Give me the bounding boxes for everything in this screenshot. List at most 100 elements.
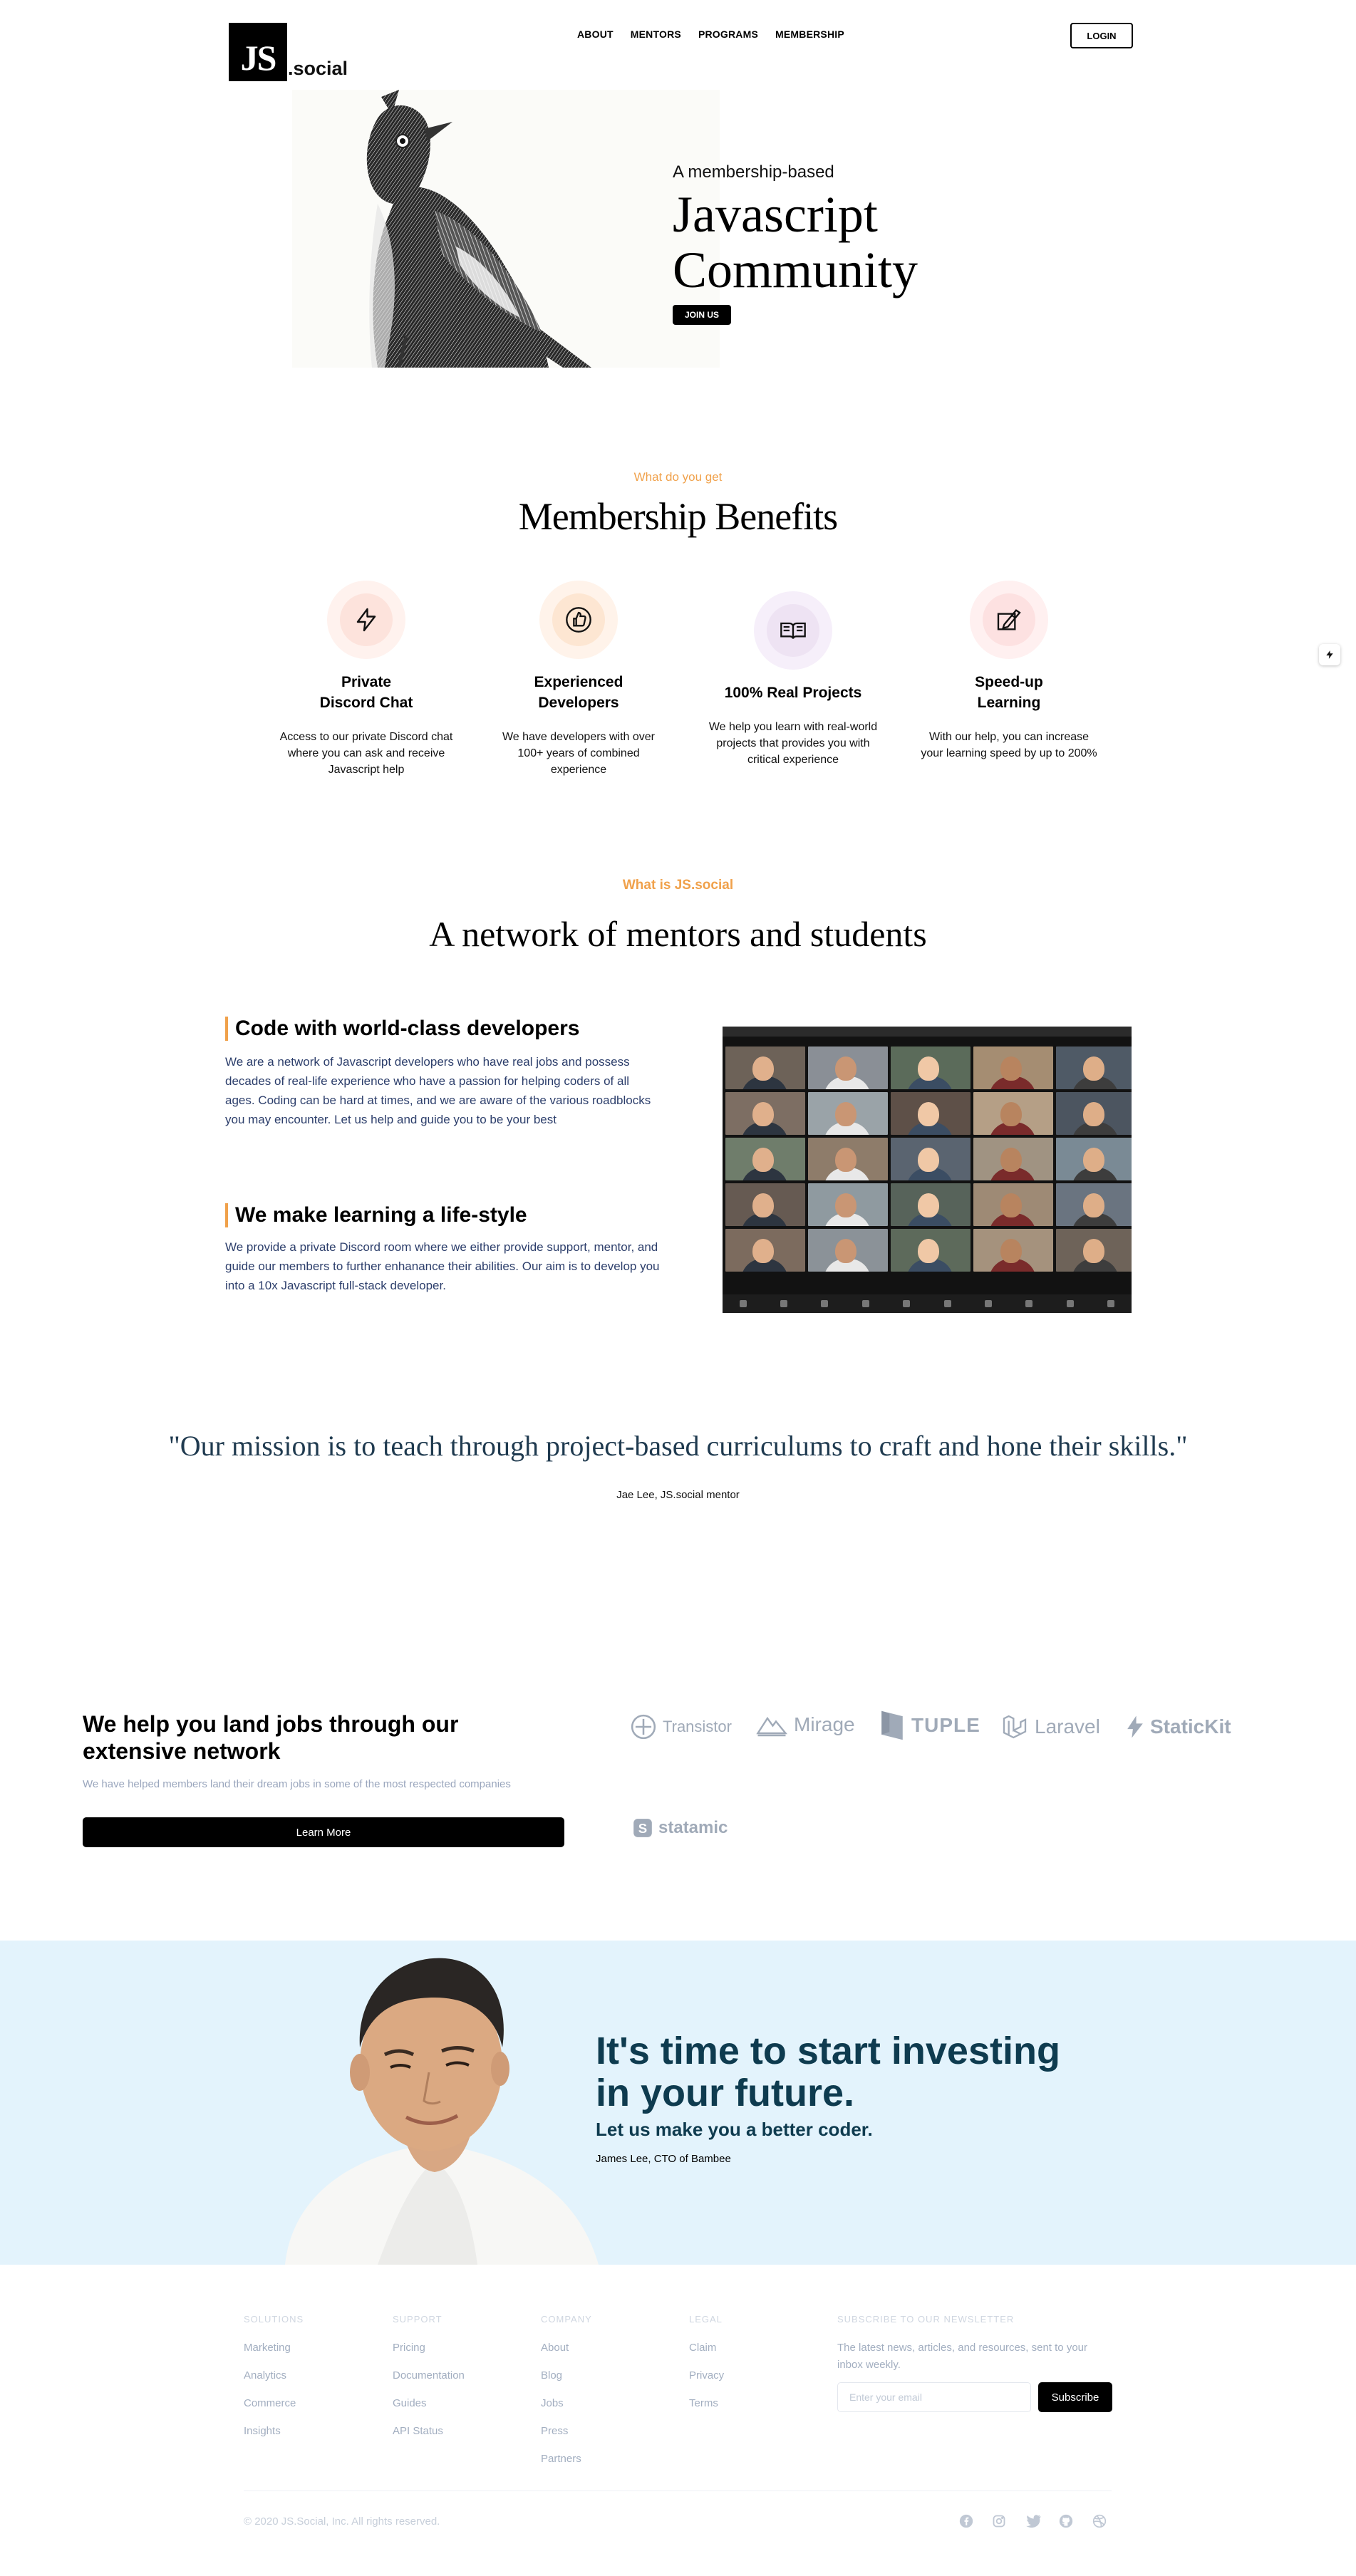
mirage-icon: [756, 1716, 788, 1737]
company-logo-transistor: Transistor: [630, 1713, 732, 1740]
thumbs-up-icon: [566, 607, 591, 633]
dribbble-icon[interactable]: [1092, 2513, 1107, 2529]
learn-more-button[interactable]: Learn More: [83, 1817, 564, 1847]
participant-tile: [973, 1092, 1053, 1135]
feature-text: We are a network of Javascript developer…: [225, 1055, 651, 1126]
footer-link[interactable]: Jobs: [541, 2397, 592, 2409]
hero-title: Javascript Community: [673, 187, 918, 298]
transistor-icon: [631, 1714, 656, 1740]
newsletter-heading: SUBSCRIBE TO OUR NEWSLETTER: [837, 2314, 1015, 2325]
video-call-screenshot: [723, 1027, 1132, 1313]
company-name: Transistor: [663, 1718, 732, 1735]
book-icon: [780, 622, 806, 639]
hero-bird-illustration: [292, 90, 720, 368]
participant-tile: [1056, 1046, 1132, 1089]
benefit-description: Access to our private Discord chat where…: [279, 731, 453, 776]
footer-link[interactable]: Privacy: [689, 2369, 724, 2382]
company-name: StaticKit: [1150, 1715, 1231, 1738]
instagram-icon[interactable]: [991, 2513, 1007, 2529]
logo-mark: JS: [229, 23, 287, 81]
benefit-title: Experienced Developers: [534, 674, 623, 711]
github-icon[interactable]: [1058, 2513, 1074, 2529]
newsletter-email-input[interactable]: Enter your email: [837, 2382, 1031, 2412]
footer-link[interactable]: Marketing: [244, 2342, 304, 2354]
main-nav: ABOUT MENTORS PROGRAMS MEMBERSHIP: [577, 28, 844, 40]
company-name: Mirage: [794, 1713, 855, 1735]
participant-tile: [1056, 1092, 1132, 1135]
participant-tile: [808, 1138, 888, 1180]
video-call-controls: [723, 1294, 1132, 1313]
benefit-card: Speed-up Learning With our help, you can…: [913, 581, 1105, 762]
footer-column-legal: LEGAL Claim Privacy Terms: [689, 2314, 724, 2425]
participant-tile: [891, 1183, 971, 1226]
nav-membership[interactable]: MEMBERSHIP: [775, 28, 844, 40]
logo-suffix: .social: [288, 58, 348, 79]
footer-heading: LEGAL: [689, 2314, 723, 2325]
footer-link[interactable]: Insights: [244, 2425, 304, 2437]
participant-tile: [1056, 1138, 1132, 1180]
company-logo-laravel: Laravel: [1000, 1713, 1100, 1741]
video-call-titlebar: [723, 1027, 1132, 1037]
benefit-description: We help you learn with real-world projec…: [708, 721, 878, 766]
footer-link[interactable]: Pricing: [393, 2342, 465, 2354]
hero-title-line2: Community: [673, 242, 918, 298]
nav-mentors[interactable]: MENTORS: [631, 28, 681, 40]
nav-programs[interactable]: PROGRAMS: [698, 28, 758, 40]
footer-link[interactable]: Analytics: [244, 2369, 304, 2382]
footer-heading: SOLUTIONS: [244, 2314, 304, 2325]
jobs-title: We help you land jobs through our extens…: [83, 1711, 459, 1764]
footer-link[interactable]: Partners: [541, 2453, 592, 2465]
site-logo[interactable]: JS .social: [229, 23, 348, 81]
benefit-card: Experienced Developers We have developer…: [482, 581, 675, 778]
cta-author: James Lee, CTO of Bambee: [596, 2153, 731, 2165]
floating-widget-button[interactable]: [1319, 644, 1340, 665]
footer-link[interactable]: Claim: [689, 2342, 724, 2354]
participant-tile: [725, 1092, 805, 1135]
benefit-description: We have developers with over 100+ years …: [502, 731, 656, 776]
svg-text:S: S: [638, 1821, 647, 1836]
login-button[interactable]: LOGIN: [1070, 23, 1133, 48]
participant-tile: [891, 1229, 971, 1272]
footer-link[interactable]: Guides: [393, 2397, 465, 2409]
nav-about[interactable]: ABOUT: [577, 28, 614, 40]
company-name: statamic: [658, 1818, 728, 1837]
participant-tile: [725, 1229, 805, 1272]
footer-link[interactable]: Press: [541, 2425, 592, 2437]
lightning-icon: [1326, 650, 1333, 659]
benefit-icon-circle: [970, 581, 1048, 659]
participant-tile: [973, 1229, 1053, 1272]
join-us-button[interactable]: JOIN US: [673, 305, 731, 325]
footer-link[interactable]: Blog: [541, 2369, 592, 2382]
participant-tile: [973, 1138, 1053, 1180]
benefit-title: Private Discord Chat: [319, 674, 413, 711]
benefits-eyebrow: What do you get: [633, 470, 723, 484]
footer-link[interactable]: Commerce: [244, 2397, 304, 2409]
company-name: TUPLE: [911, 1714, 980, 1736]
benefit-card: 100% Real Projects We help you learn wit…: [697, 591, 889, 768]
hero-subtitle: A membership-based: [673, 162, 834, 182]
laravel-icon: [1003, 1715, 1027, 1739]
facebook-icon[interactable]: [958, 2513, 974, 2529]
participant-tile: [808, 1183, 888, 1226]
copyright: © 2020 JS.Social, Inc. All rights reserv…: [244, 2515, 440, 2528]
rocket-icon: [997, 609, 1021, 630]
participant-tile: [891, 1092, 971, 1135]
participant-tile: [1056, 1229, 1132, 1272]
footer-heading: COMPANY: [541, 2314, 592, 2325]
participant-tile: [973, 1046, 1053, 1089]
participant-tile: [973, 1183, 1053, 1226]
network-eyebrow: What is JS.social: [622, 878, 734, 893]
twitter-icon[interactable]: [1025, 2513, 1041, 2529]
subscribe-button[interactable]: Subscribe: [1038, 2382, 1112, 2412]
company-logo-statickit: StaticKit: [1126, 1715, 1231, 1739]
participant-tile: [725, 1183, 805, 1226]
participant-tile: [725, 1046, 805, 1089]
footer-link[interactable]: Documentation: [393, 2369, 465, 2382]
feature-heading: Code with world-class developers: [225, 1017, 579, 1041]
benefit-icon-circle: [539, 581, 618, 659]
footer-link[interactable]: Terms: [689, 2397, 724, 2409]
benefit-title: Speed-up Learning: [975, 674, 1043, 711]
footer-link[interactable]: API Status: [393, 2425, 465, 2437]
tuple-icon: [881, 1710, 903, 1740]
footer-link[interactable]: About: [541, 2342, 592, 2354]
